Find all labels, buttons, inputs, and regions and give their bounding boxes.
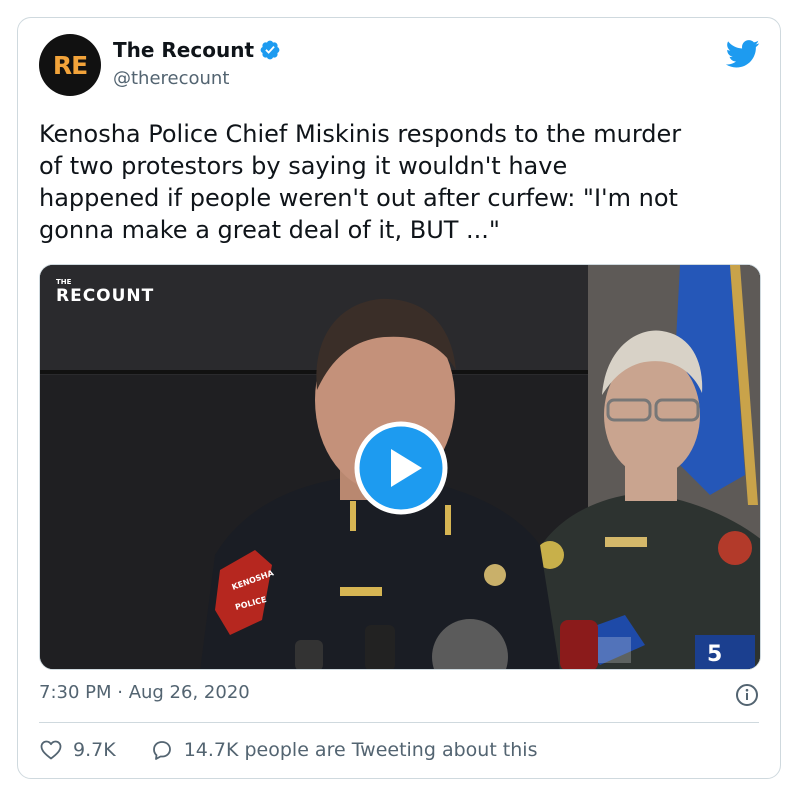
speech-bubble-icon xyxy=(152,741,171,760)
conversation-text: 14.7K people are Tweeting about this xyxy=(183,739,538,761)
like-count: 9.7K xyxy=(73,739,116,761)
play-icon[interactable] xyxy=(354,421,448,515)
conversation-link[interactable]: 14.7K people are Tweeting about this xyxy=(150,738,538,762)
tweet-timestamp[interactable]: 7:30 PM · Aug 26, 2020 xyxy=(39,682,250,703)
author-name-row[interactable]: The Recount xyxy=(113,38,281,62)
verified-badge-icon xyxy=(260,40,280,60)
watermark-small-text: THE xyxy=(56,278,72,286)
heart-icon xyxy=(40,740,62,760)
tweet-text: Kenosha Police Chief Miskinis responds t… xyxy=(39,120,682,244)
video-player[interactable]: KENOSHA POLICE 5 THE RECOUNT xyxy=(39,264,761,670)
author-handle[interactable]: @therecount xyxy=(113,68,229,89)
watermark-text: RECOUNT xyxy=(56,286,155,306)
tweet-card: RE The Recount @therecount Kenosha Polic… xyxy=(17,17,781,779)
action-bar: 9.7K 14.7K people are Tweeting about thi… xyxy=(39,738,537,762)
like-button[interactable]: 9.7K xyxy=(39,738,116,762)
video-watermark: THE RECOUNT xyxy=(56,278,155,307)
avatar-logo-text: RE xyxy=(52,50,88,80)
divider xyxy=(39,722,759,723)
mic-flag-number: 5 xyxy=(707,642,722,667)
display-name[interactable]: The Recount xyxy=(113,38,254,62)
info-icon[interactable] xyxy=(735,683,759,707)
twitter-bird-icon[interactable] xyxy=(726,40,760,68)
avatar[interactable]: RE xyxy=(39,34,101,96)
